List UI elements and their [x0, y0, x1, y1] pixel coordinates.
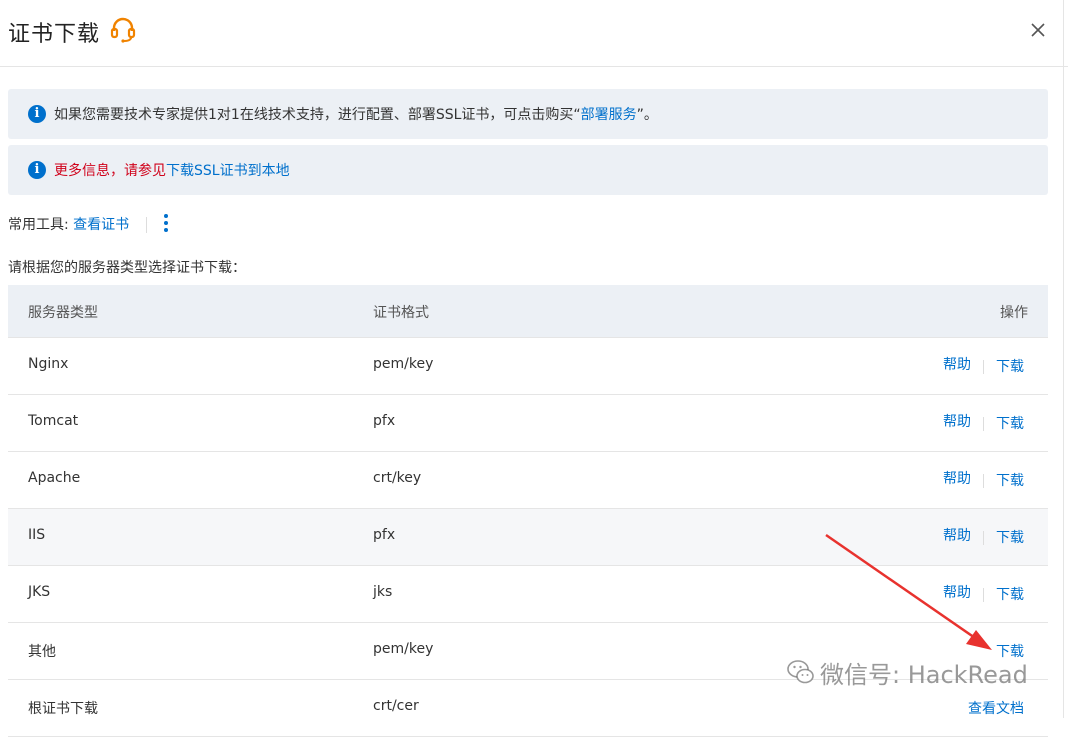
view-doc-link[interactable]: 查看文档	[968, 701, 1024, 717]
help-link[interactable]: 帮助	[943, 585, 971, 601]
table-row: Tomcat pfx 帮助 下载	[8, 395, 1048, 452]
server-type-cell: Apache	[28, 470, 81, 486]
cert-format-cell: jks	[373, 584, 393, 600]
cert-format-cell: pfx	[373, 527, 396, 543]
dialog-title: 证书下载	[8, 22, 101, 47]
cert-format-cell: crt/key	[373, 470, 422, 486]
header-cert-format: 证书格式	[373, 305, 429, 321]
watermark: 微信号: HackRead	[820, 661, 1028, 689]
download-link[interactable]: 下载	[996, 530, 1024, 546]
download-ssl-doc-link[interactable]: 下载SSL证书到本地	[166, 163, 290, 179]
dialog-header: 证书下载	[0, 0, 1068, 67]
download-link[interactable]: 下载	[996, 416, 1024, 432]
help-link[interactable]: 帮助	[943, 414, 971, 430]
divider	[983, 360, 984, 374]
common-tools: 常用工具: 查看证书	[8, 214, 157, 234]
view-certificate-link[interactable]: 查看证书	[73, 217, 129, 233]
table-header: 服务器类型 证书格式 操作	[8, 285, 1048, 338]
cert-format-cell: pem/key	[373, 641, 434, 657]
headset-icon[interactable]	[109, 17, 137, 43]
server-type-cell: IIS	[28, 527, 46, 543]
more-vertical-icon[interactable]	[164, 214, 170, 234]
table-row: JKS jks 帮助 下载	[8, 566, 1048, 623]
notice-text: 如果您需要技术专家提供1对1在线技术支持，进行配置、部署SSL证书，可点击购买“	[54, 107, 581, 123]
info-icon: i	[28, 105, 46, 123]
close-icon[interactable]	[1028, 20, 1048, 40]
help-link[interactable]: 帮助	[943, 357, 971, 373]
divider	[983, 531, 984, 545]
cert-format-cell: pfx	[373, 413, 396, 429]
help-link[interactable]: 帮助	[943, 528, 971, 544]
server-type-cell: Tomcat	[28, 413, 79, 429]
notice-support: i 如果您需要技术专家提供1对1在线技术支持，进行配置、部署SSL证书，可点击购…	[8, 89, 1048, 139]
table-row: IIS pfx 帮助 下载	[8, 509, 1048, 566]
download-link[interactable]: 下载	[996, 359, 1024, 375]
divider	[983, 474, 984, 488]
download-link[interactable]: 下载	[996, 473, 1024, 489]
notice-more-info: i 更多信息，请参见下载SSL证书到本地	[8, 145, 1048, 195]
deploy-service-link[interactable]: 部署服务	[581, 107, 637, 123]
notice-text-end: ”。	[636, 107, 658, 123]
info-icon: i	[28, 161, 46, 179]
header-actions: 操作	[1000, 305, 1028, 321]
divider	[983, 588, 984, 602]
server-type-cell: 根证书下载	[28, 701, 98, 717]
cert-format-cell: crt/cer	[373, 698, 419, 714]
header-server-type: 服务器类型	[28, 305, 98, 321]
cert-format-cell: pem/key	[373, 356, 434, 372]
divider	[145, 217, 147, 233]
table-row: Nginx pem/key 帮助 下载	[8, 338, 1048, 395]
help-link[interactable]: 帮助	[943, 471, 971, 487]
more-info-text: 更多信息，请参见	[54, 163, 166, 179]
server-type-cell: JKS	[28, 584, 51, 600]
wechat-icon	[787, 660, 814, 684]
server-type-cell: 其他	[28, 644, 56, 660]
tools-label: 常用工具:	[8, 217, 69, 233]
select-prompt: 请根据您的服务器类型选择证书下载：	[8, 260, 246, 276]
divider	[983, 417, 984, 431]
server-type-cell: Nginx	[28, 356, 69, 372]
download-link[interactable]: 下载	[996, 587, 1024, 603]
dialog-right-border	[1063, 0, 1064, 718]
table-row: Apache crt/key 帮助 下载	[8, 452, 1048, 509]
